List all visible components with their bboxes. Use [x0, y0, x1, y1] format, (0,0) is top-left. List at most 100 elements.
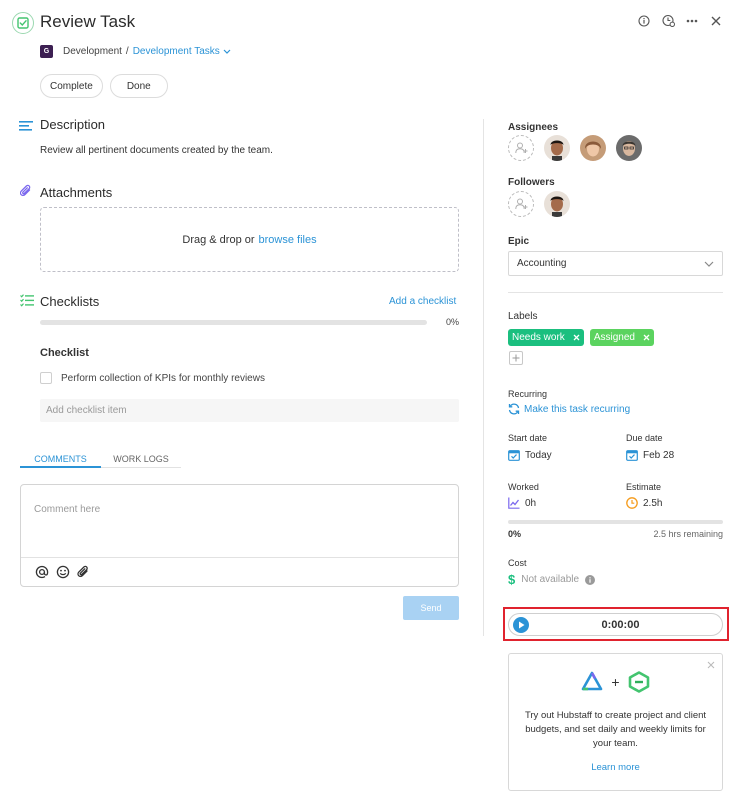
comment-input[interactable]: Comment here	[21, 485, 458, 558]
paperclip-icon	[19, 184, 32, 203]
project-badge: G	[40, 45, 53, 58]
dropzone-text: Drag & drop or	[182, 233, 255, 246]
breadcrumb: G Development / Development Tasks	[40, 45, 231, 58]
estimate-field[interactable]: 2.5h	[626, 497, 662, 509]
description-text[interactable]: Review all pertinent documents created b…	[40, 145, 273, 156]
remove-label-icon[interactable]	[643, 334, 650, 341]
due-date-label: Due date	[626, 433, 663, 443]
recurring-icon	[508, 403, 520, 415]
assignee-avatar[interactable]	[580, 135, 606, 161]
make-recurring-link[interactable]: Make this task recurring	[524, 404, 630, 415]
add-checklist-item-input[interactable]: Add checklist item	[40, 399, 459, 422]
reminder-clock-icon[interactable]	[656, 14, 680, 27]
breadcrumb-list[interactable]: Development Tasks	[133, 46, 220, 57]
column-divider	[483, 119, 484, 636]
estimate-value: 2.5h	[643, 497, 663, 509]
cost-value: Not available	[521, 574, 580, 585]
hubstaff-logo-icon	[628, 671, 650, 693]
estimate-label: Estimate	[626, 482, 662, 492]
hubstaff-promo-card: + Try out Hubstaff to create project and…	[508, 653, 723, 791]
add-checklist-link[interactable]: Add a checklist	[389, 296, 456, 307]
chart-trend-icon	[508, 497, 520, 509]
timer-value: 0:00:00	[601, 618, 640, 631]
chevron-down-icon[interactable]	[223, 49, 231, 55]
worked-field: 0h	[508, 497, 536, 509]
checklist-item: Perform collection of KPIs for monthly r…	[40, 372, 265, 384]
remove-label-icon[interactable]	[573, 334, 580, 341]
add-assignee-button[interactable]	[508, 135, 534, 161]
browse-files-link[interactable]: browse files	[259, 234, 317, 246]
follower-avatar[interactable]	[544, 191, 570, 217]
complete-status-button[interactable]: Complete	[40, 74, 103, 98]
checklist-item-checkbox[interactable]	[40, 372, 52, 384]
add-follower-button[interactable]	[508, 191, 534, 217]
promo-text: Try out Hubstaff to create project and c…	[524, 710, 707, 749]
worked-progress-bar	[508, 520, 723, 524]
assignee-avatar[interactable]	[544, 135, 570, 161]
label-tag-text: Assigned	[593, 332, 635, 343]
remaining-label: 2.5 hrs remaining	[653, 529, 723, 539]
sidebar-divider	[508, 292, 723, 293]
worked-label: Worked	[508, 482, 539, 492]
checklist-progress-label: 0%	[446, 317, 460, 327]
due-date-field[interactable]: Feb 28	[626, 449, 674, 461]
checklists-heading: Checklists	[40, 294, 100, 309]
breadcrumb-separator: /	[125, 46, 129, 57]
checklist-item-text[interactable]: Perform collection of KPIs for monthly r…	[61, 373, 265, 384]
start-date-field[interactable]: Today	[508, 449, 552, 461]
attachment-dropzone[interactable]: Drag & drop or browse files	[40, 207, 459, 272]
start-date-label: Start date	[508, 433, 548, 443]
close-icon[interactable]	[707, 661, 715, 669]
breadcrumb-project[interactable]: Development	[63, 46, 122, 57]
followers-label: Followers	[508, 177, 555, 188]
send-comment-button[interactable]: Send	[403, 596, 459, 620]
label-tag[interactable]: Assigned	[589, 329, 654, 346]
tab-comments[interactable]: COMMENTS	[20, 449, 101, 468]
done-status-button[interactable]: Done	[109, 74, 168, 98]
app-logo-icon	[581, 671, 603, 693]
info-icon[interactable]	[632, 14, 656, 27]
chevron-down-icon	[704, 261, 714, 267]
task-complete-toggle-icon[interactable]	[12, 12, 34, 34]
assignees-list	[508, 135, 642, 161]
checklist-title[interactable]: Checklist	[40, 347, 89, 359]
promo-plus: +	[611, 674, 620, 690]
checklist-icon	[20, 294, 34, 312]
labels-label: Labels	[508, 311, 538, 322]
label-tag-text: Needs work	[512, 332, 565, 343]
emoji-icon[interactable]	[56, 565, 70, 579]
epic-select[interactable]: Accounting	[508, 251, 723, 276]
calendar-icon	[626, 449, 638, 461]
mention-icon[interactable]	[35, 565, 49, 579]
attach-file-icon[interactable]	[77, 565, 90, 579]
epic-select-value: Accounting	[517, 258, 567, 269]
comment-placeholder: Comment here	[34, 504, 101, 515]
description-heading: Description	[40, 117, 106, 132]
play-icon[interactable]	[513, 616, 529, 633]
start-date-value: Today	[525, 449, 552, 461]
close-icon[interactable]	[704, 16, 728, 26]
task-timer[interactable]: 0:00:00	[508, 613, 723, 636]
cost-label: Cost	[508, 558, 527, 568]
calendar-icon	[508, 449, 520, 461]
followers-list	[508, 191, 570, 217]
attachments-heading: Attachments	[40, 185, 113, 200]
description-icon	[19, 118, 33, 136]
page-title: Review Task	[40, 12, 136, 31]
add-checklist-item-placeholder: Add checklist item	[46, 405, 127, 416]
add-label-button[interactable]	[509, 351, 523, 365]
epic-label: Epic	[508, 236, 530, 247]
learn-more-link[interactable]: Learn more	[509, 762, 722, 773]
recurring-label: Recurring	[508, 389, 548, 399]
clock-icon	[626, 497, 638, 509]
tab-work-logs[interactable]: WORK LOGS	[101, 449, 181, 468]
assignee-avatar[interactable]	[616, 135, 642, 161]
checklist-progress-bar	[40, 320, 427, 325]
labels-list: Needs work Assigned	[508, 329, 654, 346]
comment-box: Comment here	[20, 484, 459, 587]
info-icon[interactable]	[585, 574, 596, 585]
label-tag[interactable]: Needs work	[508, 329, 584, 346]
worked-progress-label: 0%	[508, 529, 522, 539]
due-date-value: Feb 28	[643, 449, 675, 461]
more-options-icon[interactable]	[680, 19, 704, 23]
